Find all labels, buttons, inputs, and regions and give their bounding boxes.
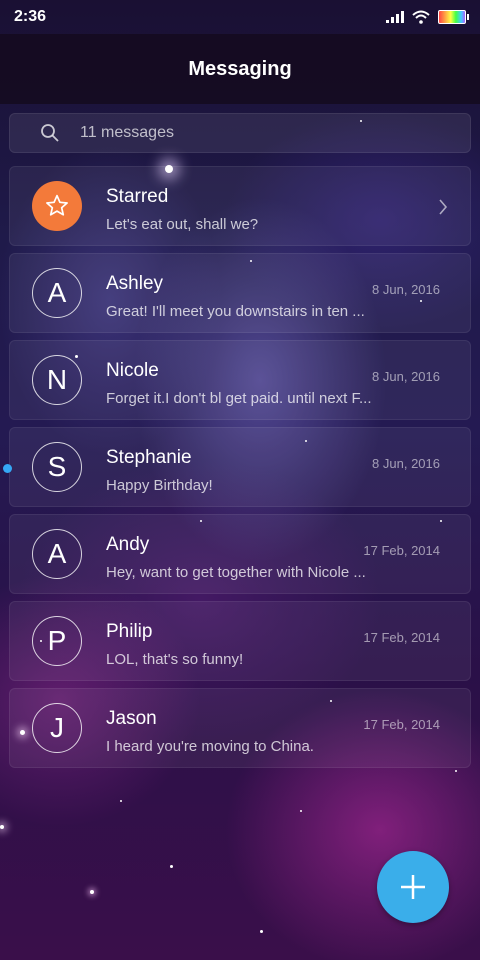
avatar: P <box>32 616 82 666</box>
battery-icon <box>438 10 469 24</box>
conversation-date: 17 Feb, 2014 <box>363 717 440 732</box>
conversation-row[interactable]: A Andy Hey, want to get together with Ni… <box>9 514 471 594</box>
status-icons <box>386 10 469 24</box>
unread-indicator <box>3 464 12 473</box>
avatar: J <box>32 703 82 753</box>
wifi-icon <box>412 10 430 24</box>
conversation-row[interactable]: A Ashley Great! I'll meet you downstairs… <box>9 253 471 333</box>
search-input[interactable]: 11 messages <box>9 113 471 153</box>
conversation-date: 17 Feb, 2014 <box>363 543 440 558</box>
conversation-row-starred[interactable]: Starred Let's eat out, shall we? <box>9 166 471 246</box>
conversation-preview: Forget it.I don't bl get paid. until nex… <box>106 390 372 407</box>
conversation-name: Ashley <box>106 273 164 294</box>
new-message-button[interactable] <box>377 851 449 923</box>
conversation-date: 8 Jun, 2016 <box>372 282 440 297</box>
conversation-list: Starred Let's eat out, shall we? A Ashle… <box>3 166 471 775</box>
conversation-name: Starred <box>106 186 169 207</box>
avatar: A <box>32 529 82 579</box>
conversation-preview: Hey, want to get together with Nicole ..… <box>106 564 366 581</box>
conversation-date: 8 Jun, 2016 <box>372 369 440 384</box>
conversation-preview: Happy Birthday! <box>106 477 213 494</box>
status-time: 2:36 <box>14 8 47 25</box>
conversation-name: Andy <box>106 534 150 555</box>
conversation-preview: Great! I'll meet you downstairs in ten .… <box>106 303 365 320</box>
star-icon <box>46 194 68 216</box>
status-bar: 2:36 <box>0 0 480 34</box>
conversation-name: Stephanie <box>106 447 192 468</box>
app-header: Messaging <box>0 34 480 104</box>
chevron-right-icon <box>439 199 448 215</box>
conversation-name: Philip <box>106 621 153 642</box>
conversation-row[interactable]: S Stephanie Happy Birthday! 8 Jun, 2016 <box>3 427 471 507</box>
conversation-date: 17 Feb, 2014 <box>363 630 440 645</box>
conversation-name: Nicole <box>106 360 159 381</box>
conversation-row[interactable]: N Nicole Forget it.I don't bl get paid. … <box>9 340 471 420</box>
conversation-preview: Let's eat out, shall we? <box>106 216 259 233</box>
avatar: A <box>32 268 82 318</box>
conversation-preview: LOL, that's so funny! <box>106 651 244 668</box>
search-icon <box>41 124 59 142</box>
plus-icon <box>401 875 425 899</box>
starred-avatar <box>32 181 82 231</box>
conversation-date: 8 Jun, 2016 <box>372 456 440 471</box>
avatar: S <box>32 442 82 492</box>
page-title: Messaging <box>188 57 292 80</box>
conversation-row[interactable]: P Philip LOL, that's so funny! 17 Feb, 2… <box>9 601 471 681</box>
conversation-preview: I heard you're moving to China. <box>106 738 314 755</box>
conversation-name: Jason <box>106 708 157 729</box>
search-placeholder: 11 messages <box>80 124 174 141</box>
conversation-row[interactable]: J Jason I heard you're moving to China. … <box>9 688 471 768</box>
signal-icon <box>386 11 404 23</box>
avatar: N <box>32 355 82 405</box>
